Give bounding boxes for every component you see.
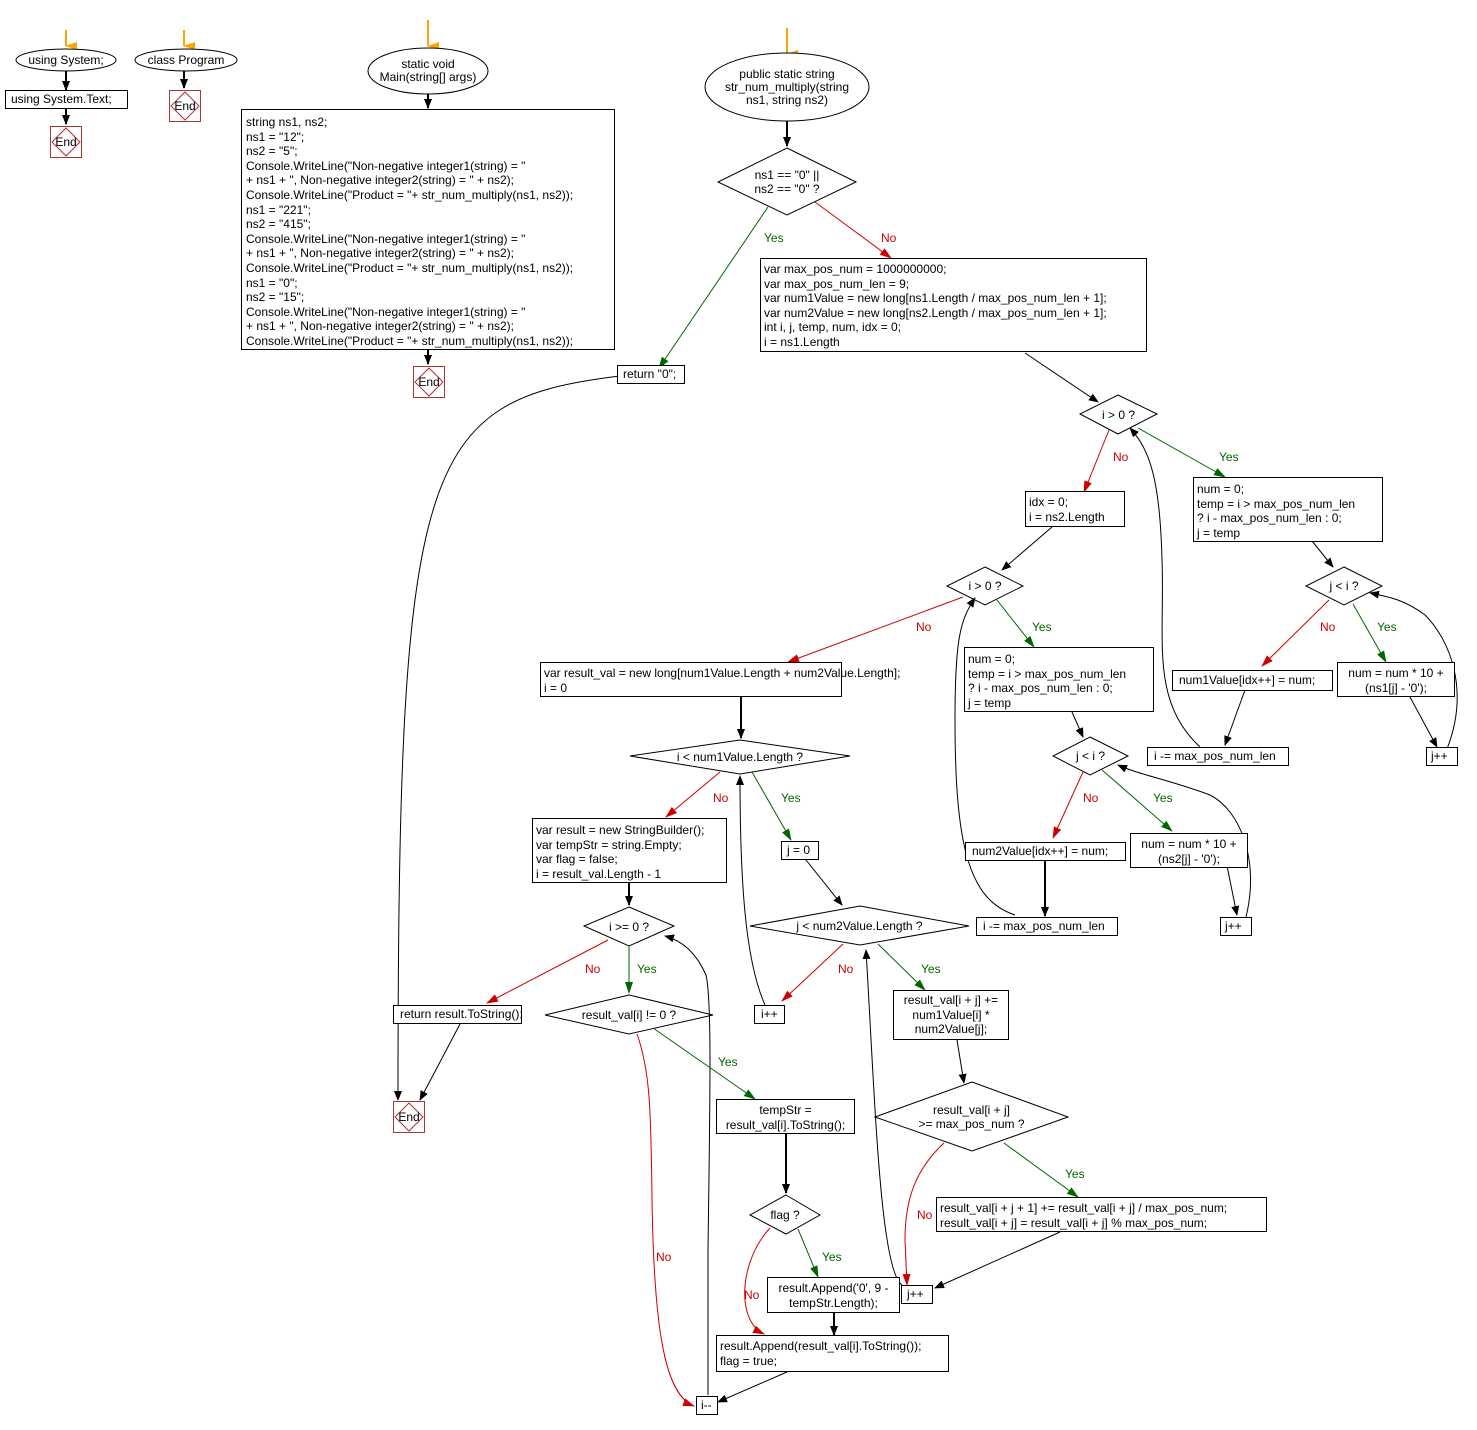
num-calc-ns1-block: num = num * 10 + (ns1[j] - '0'); (1337, 662, 1455, 697)
init-temp-ns2-block: num = 0; temp = i > max_pos_num_len ? i … (964, 647, 1154, 712)
idx-reset-block: idx = 0; i = ns2.Length (1025, 491, 1125, 527)
init-vars-block: var max_pos_num = 1000000000; var max_po… (760, 258, 1147, 352)
edge-label-yes: Yes (1377, 620, 1397, 634)
j-zero-block: j = 0 (781, 841, 819, 860)
edge-label-yes: Yes (1065, 1167, 1085, 1181)
decision-i-gt0-ns1: i > 0 ? (1101, 407, 1136, 422)
edge-label-yes: Yes (822, 1250, 842, 1264)
num-calc-ns2-block: num = num * 10 + (ns2[j] - '0'); (1130, 833, 1248, 868)
result-val-init-block: var result_val = new long[num1Value.Leng… (540, 662, 900, 697)
edge-label-yes: Yes (764, 231, 784, 245)
end-node-multiply: End (393, 1101, 425, 1133)
end-label: End (398, 1110, 420, 1124)
edge-label-no: No (881, 231, 897, 245)
using-system-terminal: using System; (28, 52, 104, 67)
edge-label-no: No (713, 791, 729, 805)
j-increment-ns1: j++ (1426, 747, 1458, 766)
end-node-main: End (413, 366, 445, 398)
edge-label-no: No (585, 962, 601, 976)
i-decrement-ns1: i -= max_pos_num_len (1147, 747, 1289, 766)
main-body-block: string ns1, ns2; ns1 = "12"; ns2 = "5"; … (241, 109, 615, 350)
decision-i-gt0-ns2: i > 0 ? (968, 579, 1002, 593)
append-value-block: result.Append(result_val[i].ToString());… (716, 1335, 949, 1372)
decision-i-ge0: i >= 0 ? (608, 919, 650, 934)
i-decrement-block: i-- (696, 1396, 718, 1415)
edge-label-yes: Yes (921, 962, 941, 976)
edge-label-no: No (1083, 791, 1099, 805)
return-result-block: return result.ToString(); (393, 1005, 523, 1024)
edge-label-yes: Yes (781, 791, 801, 805)
assign-num2value-block: num2Value[idx++] = num; (965, 842, 1126, 861)
multiply-terminal: public static string str_num_multiply(st… (724, 66, 850, 107)
decision-flag: flag ? (770, 1207, 800, 1222)
i-decrement-ns2: i -= max_pos_num_len (976, 917, 1118, 936)
j-increment-mult: j++ (901, 1285, 933, 1304)
end-label: End (55, 135, 77, 149)
decision-i-lt-num1-length: i < num1Value.Length ? (676, 750, 804, 764)
edge-label-no: No (916, 620, 932, 634)
edge-label-yes: Yes (637, 962, 657, 976)
decision-j-lt-i-ns2: j < i ? (1075, 749, 1105, 763)
assign-num1value-block: num1Value[idx++] = num; (1172, 670, 1333, 691)
edge-label-yes: Yes (1219, 450, 1239, 464)
tempstr-block: tempStr = result_val[i].ToString(); (716, 1099, 855, 1134)
end-node-using: End (50, 126, 82, 158)
j-increment-ns2: j++ (1220, 917, 1252, 936)
mult-add-block: result_val[i + j] += num1Value[i] * num2… (893, 990, 1009, 1040)
i-increment-block: i++ (754, 1005, 785, 1024)
edge-label-no: No (744, 1288, 760, 1302)
edge-label-no: No (917, 1208, 933, 1222)
builder-init-block: var result = new StringBuilder(); var te… (532, 818, 727, 883)
edge-label-yes: Yes (1153, 791, 1173, 805)
end-label: End (418, 375, 440, 389)
init-temp-ns1-block: num = 0; temp = i > max_pos_num_len ? i … (1193, 477, 1383, 542)
main-terminal: static void Main(string[] args) (379, 57, 477, 84)
decision-j-lt-i-ns1: j < i ? (1329, 579, 1359, 593)
edge-label-no: No (1320, 620, 1336, 634)
return-zero-block: return "0"; (617, 365, 685, 384)
end-label: End (174, 99, 196, 113)
using-system-text-stmt: using System.Text; (5, 90, 128, 109)
end-node-class: End (169, 90, 201, 122)
carry-block: result_val[i + j + 1] += result_val[i + … (936, 1197, 1267, 1232)
decision-j-lt-num2-length: j < num2Value.Length ? (796, 918, 923, 933)
decision-result-nonzero: result_val[i] != 0 ? (581, 1007, 677, 1022)
decision-zero-check: ns1 == "0" || ns2 == "0" ? (754, 167, 820, 196)
edge-label-yes: Yes (1032, 620, 1052, 634)
edge-label-no: No (1113, 450, 1129, 464)
decision-overflow: result_val[i + j] >= max_pos_num ? (918, 1102, 1025, 1131)
edge-label-no: No (838, 962, 854, 976)
edge-label-yes: Yes (718, 1055, 738, 1069)
class-program-terminal: class Program (147, 52, 225, 67)
append-padding-block: result.Append('0', 9 - tempStr.Length); (767, 1277, 900, 1313)
edge-label-no: No (656, 1250, 672, 1264)
